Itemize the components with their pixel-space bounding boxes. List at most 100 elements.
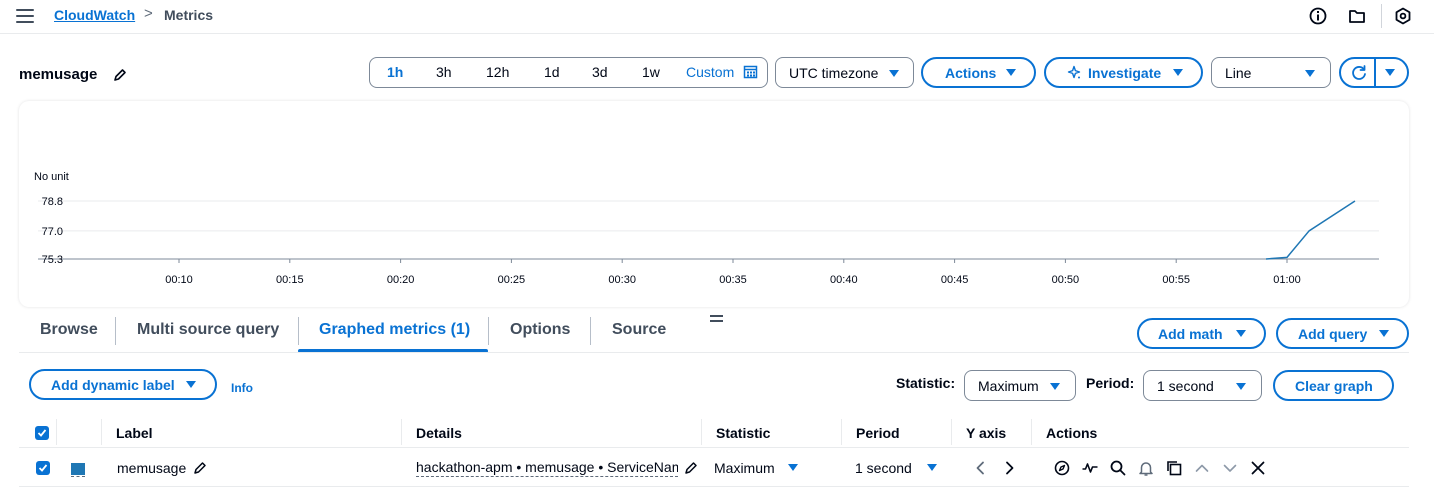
edit-icon[interactable] [192, 460, 208, 476]
column-header-label[interactable]: Label [116, 425, 153, 441]
chevron-down-icon[interactable] [1221, 459, 1239, 477]
time-range-3h[interactable]: 3h [436, 64, 452, 80]
line-chart: No unit 78.8 77.0 75.3 00:10 00:15 00:20 00:25 0… [34, 171, 1379, 286]
clear-graph-button[interactable]: Clear graph [1273, 370, 1394, 401]
caret-down-icon [1050, 383, 1060, 390]
row-details[interactable]: hackathon-apm • memusage • ServiceName [416, 459, 678, 477]
tab-options[interactable]: Options [510, 321, 570, 339]
column-header-details[interactable]: Details [416, 425, 462, 441]
caret-down-icon [1236, 330, 1246, 337]
column-divider [841, 419, 842, 445]
edit-icon[interactable] [112, 67, 128, 83]
tab-graphed-metrics[interactable]: Graphed metrics (1) [319, 321, 470, 339]
edit-icon[interactable] [683, 460, 699, 476]
breadcrumb-separator: > [144, 5, 153, 22]
info-link[interactable]: Info [231, 381, 253, 395]
x-tick-label: 00:15 [276, 274, 304, 286]
x-tick-label: 00:20 [387, 274, 415, 286]
tab-divider [488, 317, 489, 345]
actions-button[interactable]: Actions [921, 57, 1036, 88]
chevron-up-icon[interactable] [1193, 459, 1211, 477]
settings-icon[interactable] [1393, 6, 1413, 26]
refresh-icon[interactable] [1350, 64, 1368, 82]
tabs-divider [19, 352, 1409, 353]
time-range-1d[interactable]: 1d [544, 64, 560, 80]
investigate-button[interactable]: Investigate [1044, 57, 1203, 88]
info-icon[interactable] [1308, 6, 1328, 26]
caret-down-icon [1305, 70, 1315, 77]
row-statistic[interactable]: Maximum [714, 460, 775, 476]
column-header-actions: Actions [1046, 425, 1098, 441]
column-divider [56, 419, 57, 445]
investigate-label: Investigate [1088, 65, 1162, 81]
refresh-interval-caret-icon[interactable] [1385, 69, 1395, 76]
caret-down-icon [1236, 383, 1246, 390]
y-axis-label: No unit [34, 171, 69, 183]
add-math-label: Add math [1158, 326, 1223, 342]
pulse-icon[interactable] [1081, 459, 1099, 477]
time-range-1w[interactable]: 1w [642, 64, 660, 80]
period-select[interactable]: 1 second [1143, 370, 1262, 401]
chevron-left-icon[interactable] [972, 459, 990, 477]
chevron-right-icon[interactable] [1000, 459, 1018, 477]
tab-divider [298, 317, 299, 345]
caret-down-icon[interactable] [927, 464, 937, 471]
close-icon[interactable] [1249, 459, 1267, 477]
statistic-label: Statistic: [896, 375, 956, 391]
x-tick-label: 00:35 [719, 274, 747, 286]
row-period[interactable]: 1 second [855, 460, 912, 476]
search-icon[interactable] [1109, 459, 1127, 477]
time-range-custom[interactable]: Custom [686, 64, 734, 80]
column-divider [401, 419, 402, 445]
column-header-statistic[interactable]: Statistic [716, 425, 770, 441]
x-tick-label: 00:25 [498, 274, 526, 286]
time-range-3d[interactable]: 3d [592, 64, 608, 80]
tab-multi-source-query[interactable]: Multi source query [137, 321, 279, 339]
period-value: 1 second [1157, 378, 1214, 394]
column-divider [1031, 419, 1032, 445]
tab-source[interactable]: Source [612, 321, 666, 339]
column-divider [951, 419, 952, 445]
add-dynamic-label-text: Add dynamic label [51, 377, 175, 393]
y-tick-label: 78.8 [42, 196, 63, 208]
period-label: Period: [1086, 375, 1135, 391]
copy-icon[interactable] [1165, 459, 1183, 477]
select-all-checkbox[interactable] [35, 426, 49, 440]
tab-browse[interactable]: Browse [40, 321, 98, 339]
add-math-button[interactable]: Add math [1137, 318, 1266, 349]
time-range-12h[interactable]: 12h [486, 64, 509, 80]
refresh-button-group [1339, 57, 1409, 88]
calendar-icon[interactable] [743, 64, 758, 79]
caret-down-icon [186, 381, 196, 388]
menu-icon[interactable] [16, 9, 34, 23]
x-tick-label: 00:30 [608, 274, 636, 286]
breadcrumb-current: Metrics [164, 7, 214, 23]
swatch-underline [71, 476, 85, 477]
chart-type-select[interactable]: Line [1211, 57, 1331, 88]
series-color-swatch[interactable] [71, 463, 85, 475]
clear-graph-label: Clear graph [1295, 378, 1373, 394]
add-query-label: Add query [1298, 326, 1368, 342]
bell-icon[interactable] [1137, 459, 1155, 477]
column-header-period[interactable]: Period [856, 425, 900, 441]
series-line [1265, 200, 1356, 260]
caret-down-icon[interactable] [788, 464, 798, 471]
row-checkbox[interactable] [36, 461, 50, 475]
column-header-y-axis[interactable]: Y axis [966, 425, 1006, 441]
tab-divider [115, 317, 116, 345]
breadcrumb-cloudwatch[interactable]: CloudWatch [54, 7, 135, 23]
compass-icon[interactable] [1053, 459, 1071, 477]
actions-label: Actions [945, 65, 997, 81]
add-query-button[interactable]: Add query [1276, 318, 1409, 349]
statistic-select[interactable]: Maximum [964, 370, 1076, 401]
resize-handle-icon[interactable] [710, 315, 723, 323]
column-divider [101, 419, 102, 445]
folder-icon[interactable] [1347, 6, 1367, 26]
time-range-1h[interactable]: 1h [387, 64, 403, 80]
caret-down-icon [1006, 69, 1016, 76]
timezone-select[interactable]: UTC timezone [775, 57, 914, 88]
add-dynamic-label-button[interactable]: Add dynamic label [29, 369, 217, 400]
row-label: memusage [117, 460, 187, 476]
sparkle-icon [1067, 65, 1081, 79]
statistic-value: Maximum [978, 378, 1039, 394]
